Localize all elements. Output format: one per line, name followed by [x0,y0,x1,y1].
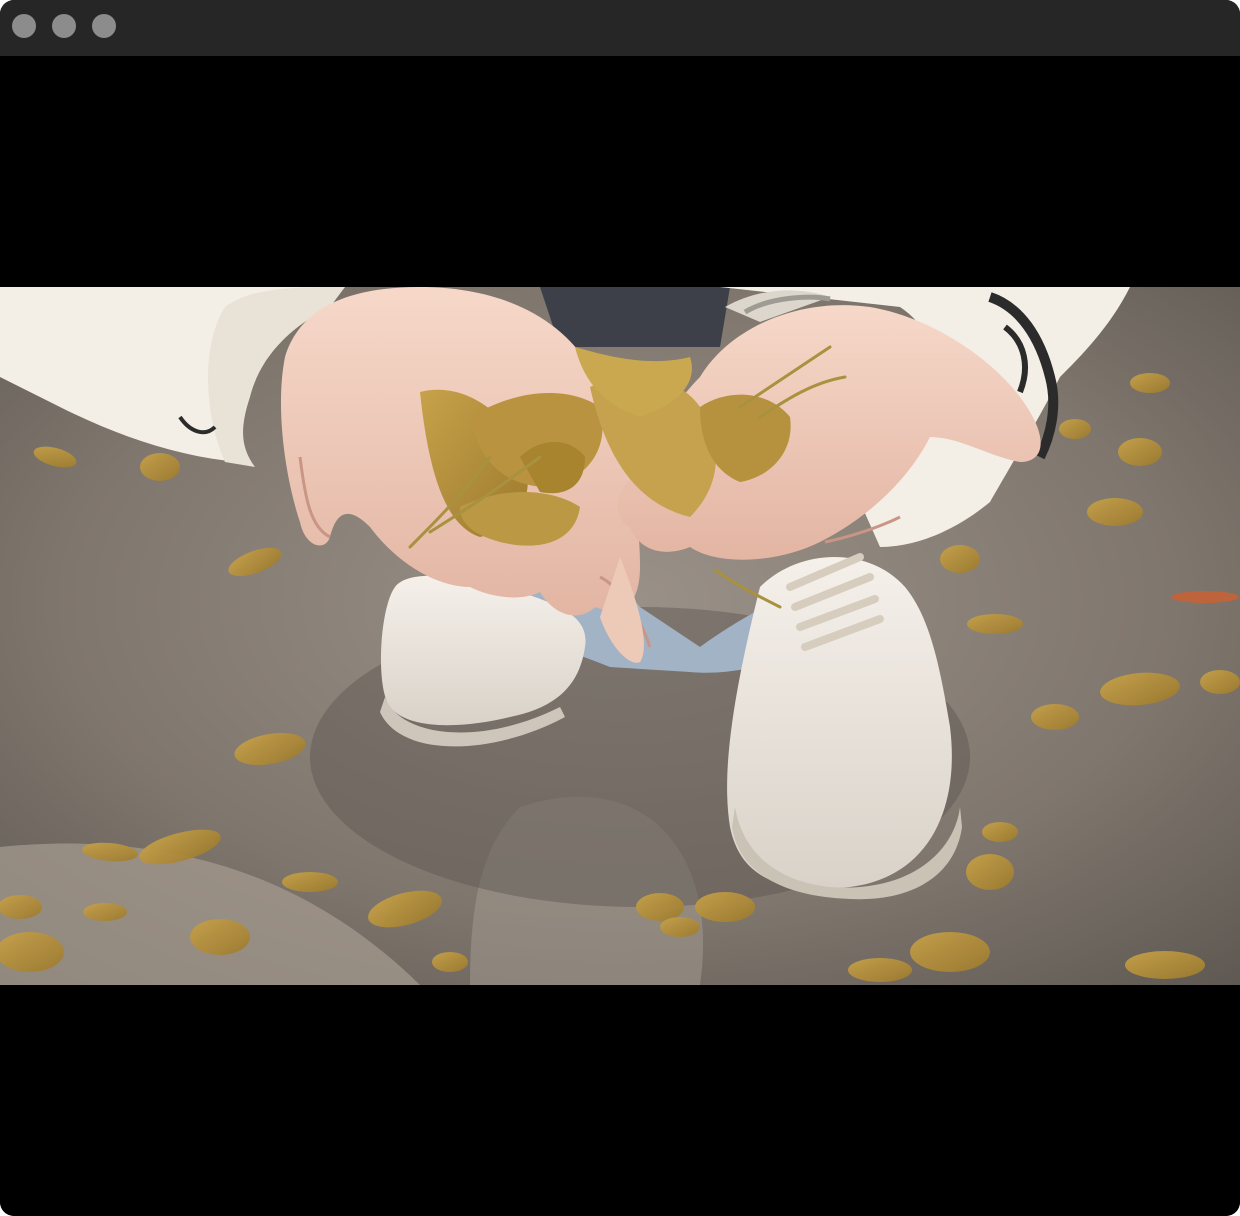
video-viewer[interactable] [0,56,1240,1216]
close-window-button[interactable] [12,14,36,38]
video-frame [0,287,1240,985]
media-window [0,0,1240,1216]
photo-frame-icon [0,287,1240,985]
zoom-window-button[interactable] [92,14,116,38]
minimize-window-button[interactable] [52,14,76,38]
title-bar[interactable] [0,0,1240,56]
